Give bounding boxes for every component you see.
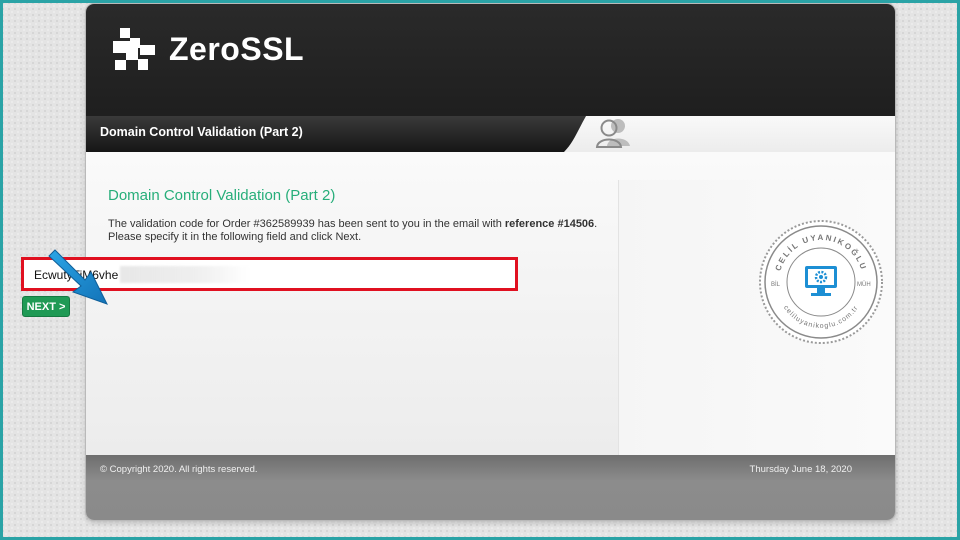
instruction-text: The validation code for Order #362589939… (108, 218, 598, 243)
content-title: Domain Control Validation (Part 2) (108, 187, 336, 204)
validation-content: Domain Control Validation (Part 2) The v… (108, 187, 606, 244)
brand-logo[interactable]: ZeroSSL (111, 26, 304, 72)
subbar-title: Domain Control Validation (Part 2) (100, 125, 303, 139)
copyright-text: © Copyright 2020. All rights reserved. (100, 464, 258, 475)
zerossl-logo-icon (113, 28, 155, 70)
watermark-stamp: CELİL UYANIKOĞLU celiluyanikoglu.com.tr … (759, 220, 883, 344)
instruction-line2: Please specify it in the following field… (108, 231, 362, 243)
instruction-line1: The validation code for Order #362589939… (108, 218, 505, 230)
redacted-code-blur (120, 266, 250, 283)
reference-label: reference #14506 (504, 218, 595, 230)
brand-name: ZeroSSL (169, 30, 305, 67)
watermark-left-text: BİL (771, 281, 781, 288)
footer-date: Thursday June 18, 2020 (749, 464, 852, 475)
pointer-arrow-icon (48, 249, 109, 305)
watermark-right-text: MÜH (857, 281, 871, 288)
users-icon[interactable] (594, 116, 634, 150)
